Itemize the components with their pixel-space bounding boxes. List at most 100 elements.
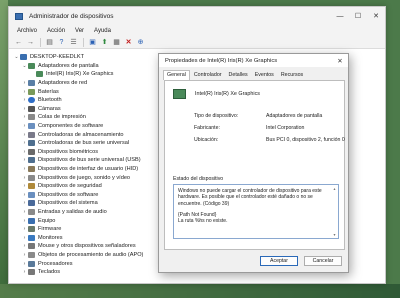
status-line: hardware. Es posible que el controlador … bbox=[178, 194, 313, 201]
battery-icon bbox=[28, 88, 35, 95]
chevron-right-icon[interactable]: › bbox=[21, 106, 28, 112]
title-bar: Administrador de dispositivos — ☐ ✕ bbox=[9, 7, 385, 25]
help-icon[interactable]: ? bbox=[56, 37, 67, 48]
dialog-tabs: General Controlador Detalles Eventos Rec… bbox=[159, 69, 348, 80]
menu-bar: Archivo Acción Ver Ayuda bbox=[9, 25, 385, 36]
tree-item-controladoras-bus-serie[interactable]: › Controladoras de bus serie universal bbox=[9, 139, 159, 148]
menu-archivo[interactable]: Archivo bbox=[12, 28, 42, 34]
audio-io-icon bbox=[28, 208, 35, 215]
chevron-right-icon[interactable]: › bbox=[21, 218, 28, 224]
cancel-button[interactable]: Cancelar bbox=[304, 256, 342, 266]
chevron-right-icon[interactable]: › bbox=[21, 192, 28, 198]
list-view-icon[interactable]: ☰ bbox=[68, 37, 79, 48]
system-device-icon bbox=[28, 200, 35, 207]
tab-detalles[interactable]: Detalles bbox=[226, 71, 251, 80]
tab-recursos[interactable]: Recursos bbox=[278, 71, 306, 80]
tree-item-mouse[interactable]: › Mouse y otros dispositivos señaladores bbox=[9, 242, 159, 251]
chevron-down-icon[interactable]: ⌄ bbox=[13, 54, 20, 60]
computer-icon bbox=[20, 54, 27, 61]
tree-item-controladoras-de-almacenamiento[interactable]: › Controladoras de almacenamiento bbox=[9, 130, 159, 139]
display-adapter-icon bbox=[173, 89, 186, 99]
tree-item-dispositivos-biometricos[interactable]: › Dispositivos biométricos bbox=[9, 148, 159, 157]
tree-item-componentes-de-software[interactable]: › Componentes de software bbox=[9, 122, 159, 131]
tree-item-dispositivos-usb[interactable]: › Dispositivos de bus serie universal (U… bbox=[9, 156, 159, 165]
chevron-right-icon[interactable]: › bbox=[21, 175, 28, 181]
chevron-right-icon[interactable]: › bbox=[21, 226, 28, 232]
menu-ver[interactable]: Ver bbox=[70, 28, 89, 34]
scan-hardware-icon[interactable]: ▣ bbox=[87, 37, 98, 48]
chevron-right-icon[interactable]: › bbox=[21, 269, 28, 275]
back-arrow-icon[interactable]: ← bbox=[13, 37, 24, 48]
scroll-up-icon[interactable]: ▲ bbox=[333, 186, 336, 192]
properties-icon[interactable]: ▤ bbox=[44, 37, 55, 48]
desktop-background-bottom bbox=[0, 284, 400, 298]
tree-item-objetos-apo[interactable]: › Objetos de procesamiento de audio (APO… bbox=[9, 251, 159, 260]
menu-accion[interactable]: Acción bbox=[42, 28, 70, 34]
scroll-down-icon[interactable]: ▼ bbox=[333, 232, 336, 238]
chevron-right-icon[interactable]: › bbox=[21, 149, 28, 155]
chevron-right-icon[interactable]: › bbox=[21, 166, 28, 172]
tree-item-adaptadores-de-red[interactable]: › Adaptadores de red bbox=[9, 79, 159, 88]
tree-item-dispositivos-de-seguridad[interactable]: › Dispositivos de seguridad bbox=[9, 182, 159, 191]
tree-item-procesadores[interactable]: › Procesadores bbox=[9, 259, 159, 268]
forward-arrow-icon[interactable]: → bbox=[25, 37, 36, 48]
chevron-right-icon[interactable]: › bbox=[21, 157, 28, 163]
location-row: Ubicación: Bus PCI 0, dispositivo 2, fun… bbox=[194, 137, 345, 143]
update-driver-icon[interactable]: ⬆ bbox=[99, 37, 110, 48]
close-icon[interactable]: ✕ bbox=[367, 7, 385, 25]
status-scrollbar[interactable]: ▲ ▼ bbox=[332, 186, 337, 238]
chevron-down-icon[interactable]: ⌄ bbox=[21, 63, 28, 69]
maximize-icon[interactable]: ☐ bbox=[349, 7, 367, 25]
tree-item-dispositivos-hid[interactable]: › Dispositivos de interfaz de usuario (H… bbox=[9, 165, 159, 174]
tree-item-bluetooth[interactable]: › Bluetooth bbox=[9, 96, 159, 105]
tree-item-firmware[interactable]: › Firmware bbox=[9, 225, 159, 234]
menu-ayuda[interactable]: Ayuda bbox=[89, 28, 116, 34]
tree-item-monitores[interactable]: › Monitores bbox=[9, 233, 159, 242]
software-component-icon bbox=[28, 123, 35, 130]
tree-item-intel-iris-xe[interactable]: Intel(R) Iris(R) Xe Graphics bbox=[9, 70, 159, 79]
chevron-right-icon[interactable]: › bbox=[21, 243, 28, 249]
monitor-icon bbox=[28, 234, 35, 241]
properties-dialog: Propiedades de Intel(R) Iris(R) Xe Graph… bbox=[158, 53, 349, 273]
chevron-right-icon[interactable]: › bbox=[21, 140, 28, 146]
chevron-right-icon[interactable]: › bbox=[21, 97, 28, 103]
toolbar-divider bbox=[40, 37, 41, 47]
chevron-right-icon[interactable]: › bbox=[21, 183, 28, 189]
chevron-right-icon[interactable]: › bbox=[21, 89, 28, 95]
tree-root[interactable]: ⌄ DESKTOP-KEEDLKT bbox=[9, 53, 159, 62]
device-status-box[interactable]: Windows no puede cargar el controlador d… bbox=[173, 184, 339, 239]
tab-controlador[interactable]: Controlador bbox=[191, 71, 225, 80]
tree-item-equipo[interactable]: › Equipo bbox=[9, 216, 159, 225]
tree-item-colas-de-impresion[interactable]: › Colas de impresión bbox=[9, 113, 159, 122]
uninstall-device-icon[interactable]: ✕ bbox=[123, 37, 134, 48]
bluetooth-icon bbox=[28, 97, 35, 104]
minimize-icon[interactable]: — bbox=[331, 7, 349, 25]
tree-item-baterias[interactable]: › Baterías bbox=[9, 87, 159, 96]
chevron-right-icon[interactable]: › bbox=[21, 80, 28, 86]
disable-device-icon[interactable]: ▦ bbox=[111, 37, 122, 48]
chevron-right-icon[interactable]: › bbox=[21, 132, 28, 138]
tree-item-adaptadores-de-pantalla[interactable]: ⌄ Adaptadores de pantalla bbox=[9, 62, 159, 71]
hid-icon bbox=[28, 166, 35, 173]
tree-item-dispositivos-del-sistema[interactable]: › Dispositivos del sistema bbox=[9, 199, 159, 208]
tree-item-teclados[interactable]: › Teclados bbox=[9, 268, 159, 277]
chevron-right-icon[interactable]: › bbox=[21, 261, 28, 267]
chevron-right-icon[interactable]: › bbox=[21, 252, 28, 258]
tab-eventos[interactable]: Eventos bbox=[252, 71, 277, 80]
tree-item-entradas-salidas-audio[interactable]: › Entradas y salidas de audio bbox=[9, 208, 159, 217]
tree-item-dispositivos-de-software[interactable]: › Dispositivos de software bbox=[9, 191, 159, 200]
tree-item-camaras[interactable]: › Cámaras bbox=[9, 105, 159, 114]
device-manager-icon bbox=[15, 12, 23, 20]
chevron-right-icon[interactable]: › bbox=[21, 209, 28, 215]
close-icon[interactable]: ✕ bbox=[332, 57, 348, 65]
device-tree: ⌄ DESKTOP-KEEDLKT ⌄ Adaptadores de panta… bbox=[9, 50, 159, 284]
chevron-right-icon[interactable]: › bbox=[21, 200, 28, 206]
window-controls: — ☐ ✕ bbox=[331, 7, 385, 25]
tree-item-dispositivos-juego-sonido-video[interactable]: › Dispositivos de juego, sonido y vídeo bbox=[9, 173, 159, 182]
chevron-right-icon[interactable]: › bbox=[21, 114, 28, 120]
ok-button[interactable]: Aceptar bbox=[260, 256, 298, 266]
chevron-right-icon[interactable]: › bbox=[21, 123, 28, 129]
tab-general[interactable]: General bbox=[163, 70, 190, 80]
install-icon[interactable]: ⊕ bbox=[135, 37, 146, 48]
chevron-right-icon[interactable]: › bbox=[21, 235, 28, 241]
